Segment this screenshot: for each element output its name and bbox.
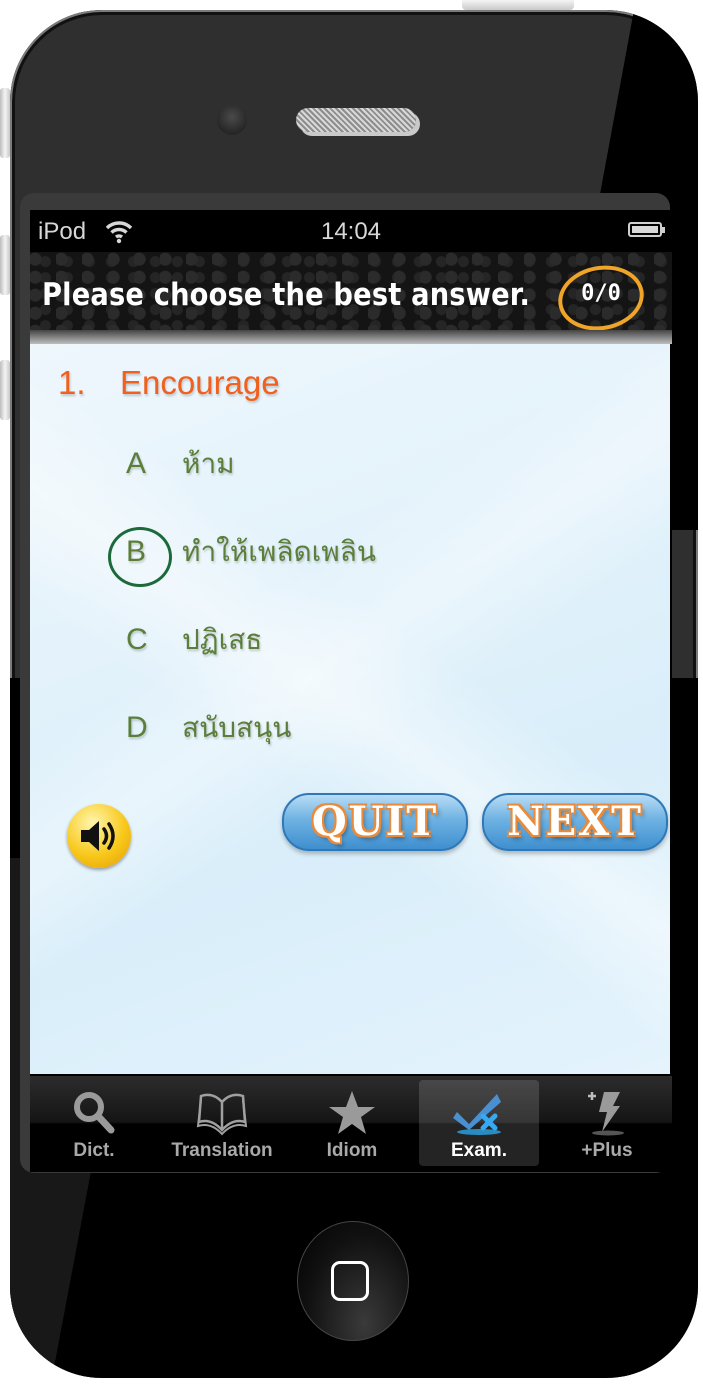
tab-label: Translation [171, 1140, 273, 1161]
tab-label: +Plus [581, 1140, 633, 1161]
tab-idiom[interactable]: Idiom [292, 1080, 412, 1166]
question: 1. Encourage [58, 364, 280, 402]
question-word: Encourage [120, 364, 280, 401]
star-icon [292, 1088, 412, 1138]
option-text: สนับสนุน [182, 711, 292, 744]
option-text: ห้าม [182, 447, 235, 480]
tab-label: Idiom [326, 1140, 378, 1161]
option-text: ปฏิเสธ [182, 623, 263, 656]
tab-exam[interactable]: Exam. [419, 1080, 539, 1166]
option-letter: D [126, 711, 148, 744]
option-d[interactable]: D สนับสนุน [126, 706, 291, 756]
book-icon [162, 1088, 282, 1138]
next-button[interactable]: NEXT [482, 793, 668, 851]
option-letter: A [126, 447, 147, 480]
tab-label: Dict. [73, 1140, 115, 1161]
tab-translation[interactable]: Translation [162, 1080, 282, 1166]
volume-down-button[interactable] [0, 360, 10, 420]
score-value: 0/0 [581, 281, 621, 306]
option-letter: B [108, 527, 182, 587]
option-a[interactable]: A ห้าม [126, 442, 235, 492]
tab-bar: Dict. Translation Idiom Exam. +Plus [30, 1076, 672, 1172]
home-square-icon [331, 1261, 369, 1301]
option-b[interactable]: B ทำให้เพลิดเพลิน [108, 527, 377, 587]
option-c[interactable]: C ปฏิเสธ [126, 618, 262, 668]
lightning-plus-icon [547, 1088, 667, 1138]
question-number: 1. [58, 364, 86, 401]
screen: iPod 14:04 Please choose the best answer… [30, 210, 672, 1172]
earpiece-speaker [296, 108, 416, 132]
clock: 14:04 [320, 218, 382, 245]
search-icon [34, 1088, 154, 1138]
option-text: ทำให้เพลิดเพลิน [182, 535, 377, 568]
mute-switch[interactable] [0, 88, 10, 158]
header-bar: Please choose the best answer. 0/0 [30, 252, 672, 344]
status-bar: iPod 14:04 [30, 210, 672, 252]
front-camera [217, 105, 247, 135]
play-sound-button[interactable] [67, 804, 131, 868]
volume-up-button[interactable] [0, 235, 10, 295]
score-badge: 0/0 [553, 259, 649, 337]
tab-dict[interactable]: Dict. [34, 1080, 154, 1166]
home-button[interactable] [297, 1221, 409, 1341]
option-letter: C [126, 623, 148, 656]
tab-label: Exam. [451, 1140, 507, 1161]
speaker-icon [81, 821, 115, 851]
battery-icon [628, 222, 665, 237]
tab-plus[interactable]: +Plus [547, 1080, 667, 1166]
check-x-icon [419, 1088, 539, 1138]
instruction-title: Please choose the best answer. [42, 277, 531, 313]
quit-button[interactable]: QUIT [282, 793, 468, 851]
quiz-content: 1. Encourage A ห้าม B ทำให้เพลิดเพลิน C ปฏิเ… [30, 344, 670, 1074]
power-button[interactable] [462, 0, 574, 10]
